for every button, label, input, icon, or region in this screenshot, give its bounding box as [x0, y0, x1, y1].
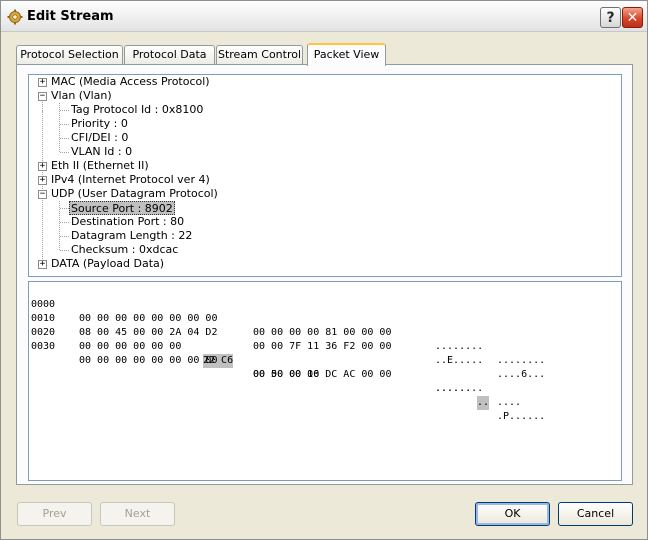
tab-protocol-selection[interactable]: Protocol Selection [16, 45, 123, 65]
hex-ascii: .... [497, 397, 522, 408]
hex-dump-view[interactable]: 0000 00 00 00 00 00 00 00 00 00 00 00 00… [28, 281, 622, 481]
tree-guide [60, 208, 69, 209]
tree-node-cfi-dei[interactable]: CFI/DEI : 0 [71, 131, 128, 145]
ok-button[interactable]: OK [475, 502, 550, 526]
tab-packet-view[interactable]: Packet View [307, 43, 386, 66]
hex-bytes: 00 00 00 00 00 00 [79, 341, 188, 352]
collapse-icon[interactable]: − [38, 190, 47, 199]
hex-bytes: 00 00 00 00 81 00 00 00 [253, 327, 392, 338]
hex-bytes: 00 00 7F 11 36 F2 00 00 [253, 341, 392, 352]
hex-ascii: ....6... [497, 369, 546, 380]
tree-node-ipv4[interactable]: IPv4 (Internet Protocol ver 4) [51, 173, 210, 187]
hex-bytes: 00 00 00 00 00 00 00 00 [79, 313, 218, 324]
hex-bytes: 08 00 45 00 00 2A 04 D2 [79, 327, 218, 338]
hex-ascii: ........ [497, 355, 546, 366]
expand-icon[interactable]: + [38, 162, 47, 171]
tree-node-datagram-length[interactable]: Datagram Length : 22 [71, 229, 192, 243]
help-button[interactable]: ? [600, 7, 621, 28]
question-icon: ? [606, 9, 615, 26]
hex-ascii-highlighted: .. [477, 396, 490, 410]
tab-stream-control[interactable]: Stream Control [216, 45, 303, 65]
hex-ascii: ........ [435, 383, 484, 394]
hex-bytes: 00 00 00 00 [253, 369, 320, 380]
title-bar: Edit Stream ? ✕ [1, 1, 647, 32]
window-title: Edit Stream [27, 9, 114, 24]
prev-button[interactable]: Prev [17, 502, 92, 526]
hex-row: 0020 00 00 00 00 00 00 22 C6 00 50 00 16… [31, 312, 545, 422]
hex-row: 0010 08 00 45 00 00 2A 04 D2 00 00 7F 11… [31, 298, 545, 380]
tree-node-data[interactable]: DATA (Payload Data) [51, 257, 164, 271]
expand-icon[interactable]: + [38, 176, 47, 185]
hex-row: 0000 00 00 00 00 00 00 00 00 00 00 00 00… [31, 284, 545, 366]
tree-node-checksum[interactable]: Checksum : 0xdcac [71, 243, 178, 257]
protocol-tree[interactable]: + MAC (Media Access Protocol) − Vlan (Vl… [28, 74, 622, 277]
tree-node-tag-protocol-id[interactable]: Tag Protocol Id : 0x8100 [71, 103, 203, 117]
hex-bytes: 00 00 00 00 00 00 00 00 [79, 355, 218, 366]
hex-offset: 0030 [31, 341, 56, 352]
tree-node-udp[interactable]: UDP (User Datagram Protocol) [51, 187, 218, 201]
hex-row: 0030 00 00 00 00 00 00 00 00 00 00 00 00… [31, 326, 521, 408]
tree-node-priority[interactable]: Priority : 0 [71, 117, 128, 131]
tree-guide [60, 138, 69, 139]
cancel-button[interactable]: Cancel [558, 502, 633, 526]
tab-protocol-data[interactable]: Protocol Data [124, 45, 215, 65]
hex-ascii: .P...... [497, 411, 546, 422]
close-icon: ✕ [626, 9, 639, 26]
tree-guide [60, 236, 69, 237]
tree-guide [60, 152, 69, 153]
tree-guide [42, 111, 43, 259]
tree-guide [60, 222, 69, 223]
tree-node-vlan[interactable]: Vlan (Vlan) [51, 89, 112, 103]
collapse-icon[interactable]: − [38, 92, 47, 101]
hex-ascii: ..E..... [435, 355, 484, 366]
tree-guide [60, 250, 69, 251]
tree-guide [60, 110, 69, 111]
app-gear-icon [7, 9, 23, 25]
hex-ascii: ........ [435, 341, 484, 352]
tree-node-eth2[interactable]: Eth II (Ethernet II) [51, 159, 149, 173]
tree-node-destination-port[interactable]: Destination Port : 80 [71, 215, 184, 229]
expand-icon[interactable]: + [38, 260, 47, 269]
next-button[interactable]: Next [100, 502, 175, 526]
tree-guide [60, 124, 69, 125]
tree-node-mac[interactable]: MAC (Media Access Protocol) [51, 75, 210, 89]
tree-node-source-port[interactable]: Source Port : 8902 [69, 201, 175, 215]
expand-icon[interactable]: + [38, 78, 47, 87]
close-button[interactable]: ✕ [622, 7, 643, 28]
edit-stream-dialog: Edit Stream ? ✕ Protocol Selection Proto… [0, 0, 648, 540]
tree-node-vlan-id[interactable]: VLAN Id : 0 [71, 145, 132, 159]
packet-view-panel: + MAC (Media Access Protocol) − Vlan (Vl… [16, 64, 633, 485]
